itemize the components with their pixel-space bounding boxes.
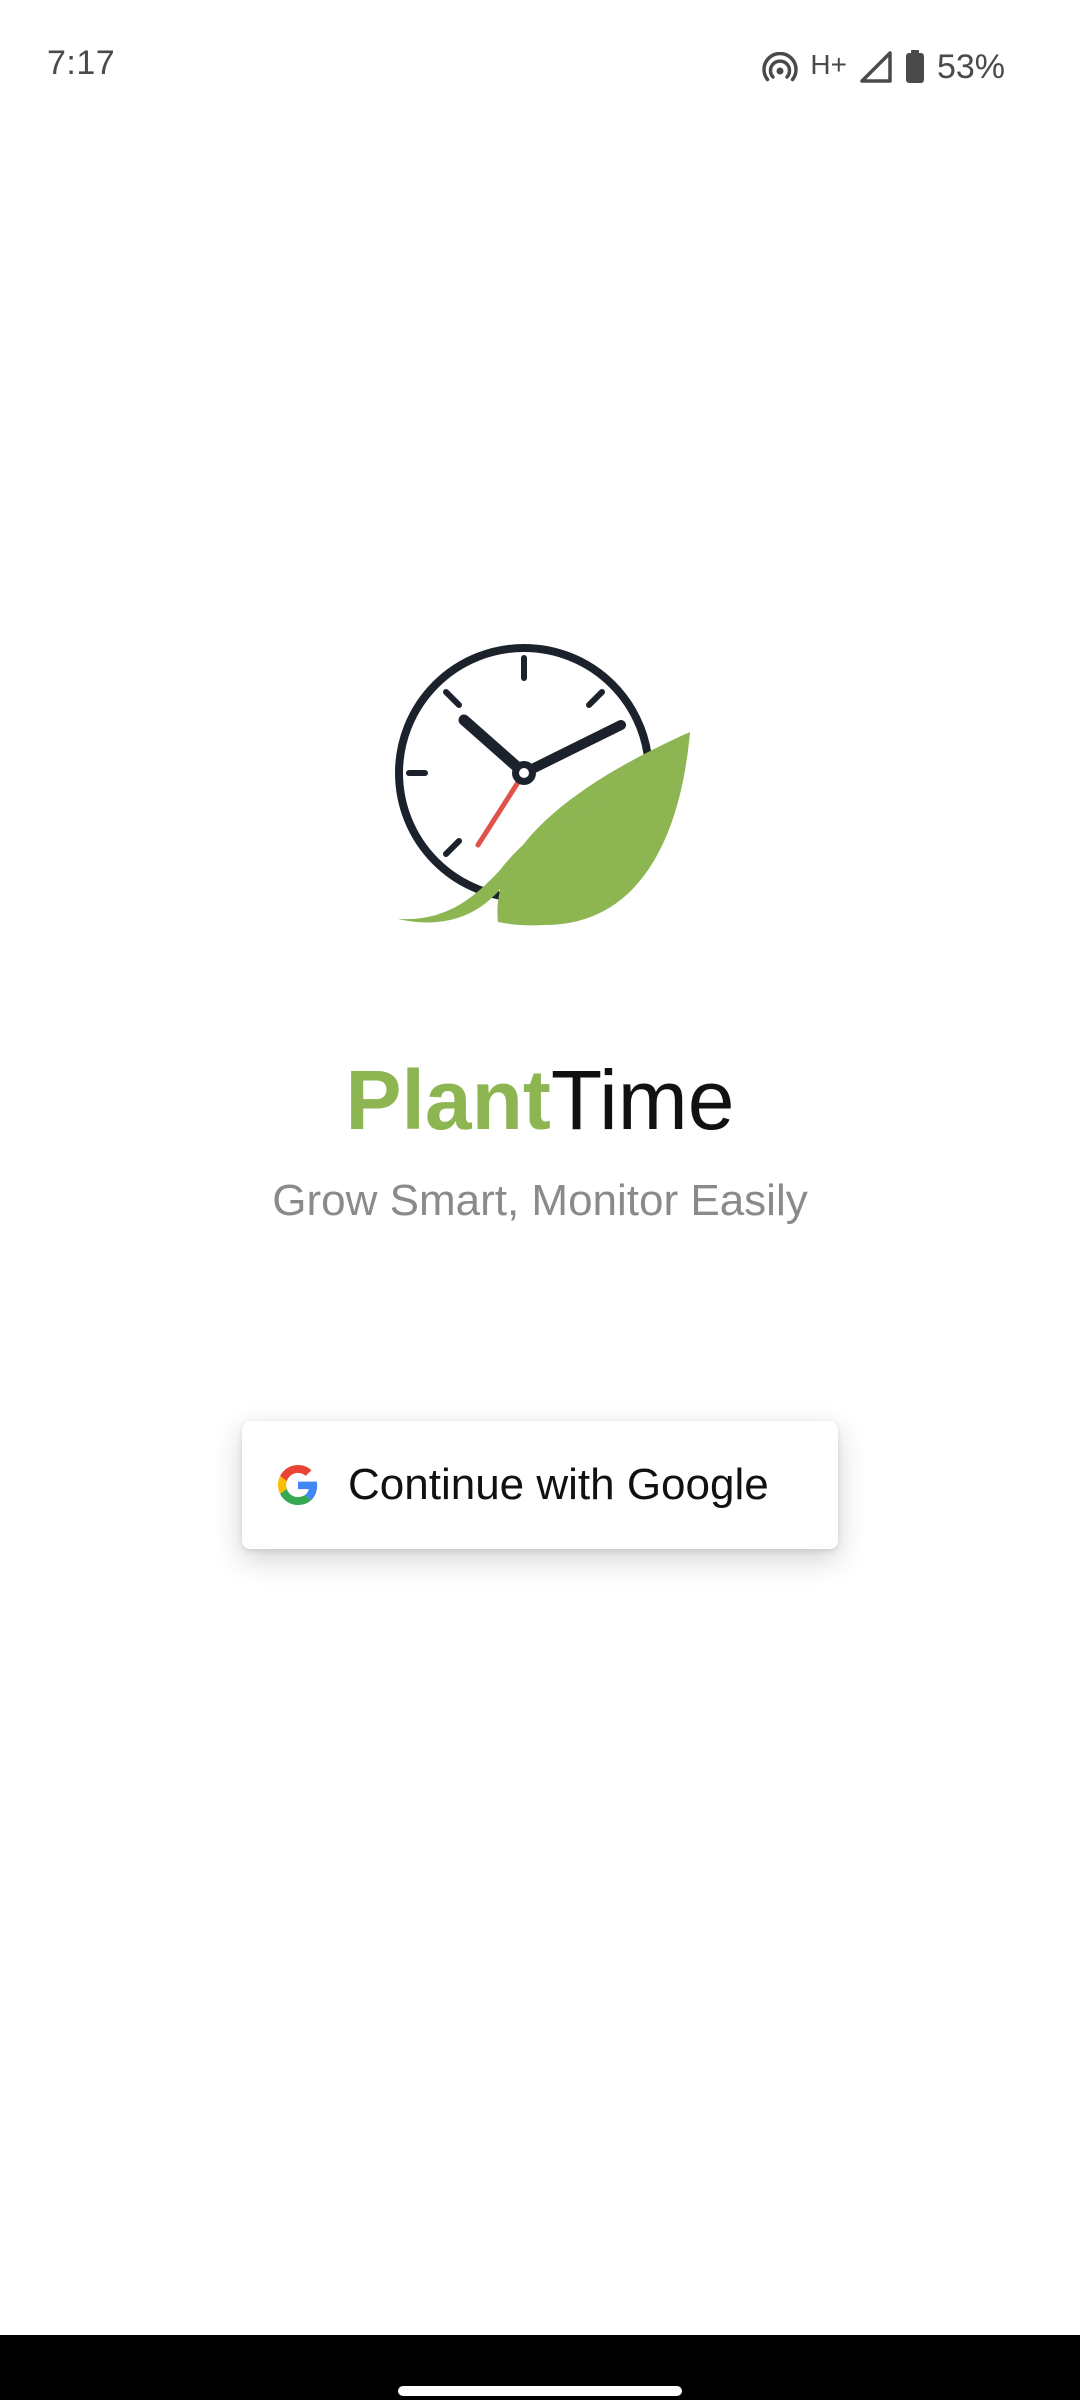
gesture-handle[interactable]: [398, 2386, 682, 2396]
app-logo: [395, 644, 690, 926]
continue-with-google-button[interactable]: Continue with Google: [242, 1421, 838, 1549]
signal-icon: [860, 51, 892, 83]
hotspot-icon: [762, 52, 799, 82]
google-button-label: Continue with Google: [348, 1460, 769, 1509]
status-time: 7:17: [47, 44, 116, 82]
battery-icon: [905, 50, 924, 83]
app-title-plant: Plant: [345, 1053, 551, 1147]
app-title: PlantTime: [0, 1050, 1080, 1150]
battery-percent: 53%: [936, 47, 1005, 86]
status-bar: 7:17 H+ 53%: [0, 0, 1080, 130]
network-type: H+: [810, 49, 847, 80]
tagline: Grow Smart, Monitor Easily: [272, 1176, 808, 1225]
status-icons: H+ 53%: [762, 44, 1005, 90]
google-g-icon: [278, 1465, 318, 1505]
app-title-time: Time: [550, 1053, 735, 1147]
